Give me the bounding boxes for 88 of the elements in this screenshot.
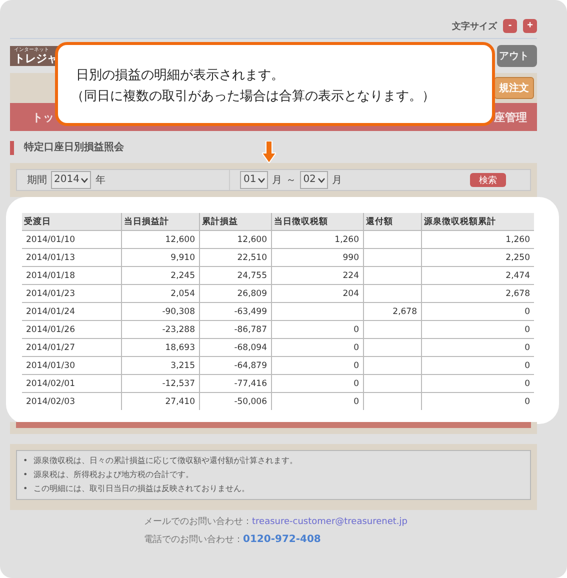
table-cell: 22,510 — [200, 248, 272, 266]
nav-tab[interactable]: トッ — [32, 110, 54, 124]
table-cell: 2014/01/27 — [22, 338, 122, 356]
table-cell: 2014/01/30 — [22, 356, 122, 374]
table-cell: 0 — [422, 374, 534, 392]
month-unit: 月 — [332, 174, 342, 187]
year-unit: 年 — [95, 174, 106, 187]
table-cell: 2014/02/03 — [22, 392, 122, 410]
column-header: 当日損益計 — [122, 213, 200, 230]
table-cell: -63,499 — [200, 302, 272, 320]
callout-text: （同日に複数の取引があった場合は合算の表示となります。） — [71, 88, 436, 106]
table-cell: 1,260 — [422, 230, 534, 248]
column-header: 累計損益 — [200, 213, 272, 230]
table-cell: 12,600 — [122, 230, 200, 248]
column-header: 受渡日 — [22, 213, 122, 230]
table-cell: -90,308 — [122, 302, 200, 320]
note-text: 源泉税は、所得税および地方税の合計です。 — [34, 469, 194, 481]
table-cell: 990 — [272, 248, 364, 266]
down-arrow-icon — [262, 141, 276, 163]
table-cell: -77,416 — [200, 374, 272, 392]
table-cell: 24,755 — [200, 266, 272, 284]
table-cell: 2,474 — [422, 266, 534, 284]
email-link[interactable]: treasure-customer@treasurenet.jp — [252, 517, 408, 527]
bullet-mark: • — [23, 469, 28, 481]
table-cell: -86,787 — [200, 320, 272, 338]
table-cell: 0 — [422, 302, 534, 320]
table-cell: 0 — [272, 356, 364, 374]
caret-icon — [81, 178, 88, 182]
table-cell: 0 — [272, 374, 364, 392]
callout-text: 日別の損益の明細が表示されます。 — [76, 67, 285, 85]
phone-link[interactable]: 0120-972-408 — [243, 534, 321, 545]
column-header: 源泉徴収税額累計 — [422, 213, 534, 230]
new-order-button[interactable]: 規注文 — [494, 77, 534, 99]
bullet-mark: • — [23, 455, 28, 467]
table-cell: 224 — [272, 266, 364, 284]
table-cell: 2014/01/18 — [22, 266, 122, 284]
table-cell: 9,910 — [122, 248, 200, 266]
table-cell: 2014/01/24 — [22, 302, 122, 320]
to-month-select[interactable]: 02 — [300, 171, 328, 189]
table-cell: -50,006 — [200, 392, 272, 410]
font-size-button[interactable]: - — [503, 19, 517, 33]
table-cell: 18,693 — [122, 338, 200, 356]
table-cell: 2014/01/23 — [22, 284, 122, 302]
table-cell: 1,260 — [272, 230, 364, 248]
tilde-text: ～ — [286, 174, 296, 187]
email-label: メールでのお問い合わせ： — [144, 517, 252, 527]
year-select[interactable]: 2014 — [51, 171, 92, 189]
note-text: 源泉徴収税は、日々の累計損益に応じて徴収額や還付額が計算されます。 — [34, 455, 298, 467]
column-header: 当日徴収税額 — [272, 213, 364, 230]
table-cell: 2,245 — [122, 266, 200, 284]
table-cell: -23,288 — [122, 320, 200, 338]
caret-icon — [318, 178, 325, 182]
table-cell: 2014/02/01 — [22, 374, 122, 392]
table-cell: 0 — [272, 392, 364, 410]
table-cell: 3,215 — [122, 356, 200, 374]
period-label: 期間 — [27, 174, 47, 187]
table-cell: 2,678 — [422, 284, 534, 302]
table-cell: -68,094 — [200, 338, 272, 356]
table-cell: 12,600 — [200, 230, 272, 248]
table-cell: 2,678 — [364, 302, 422, 320]
table-cell: -12,537 — [122, 374, 200, 392]
logout-button[interactable]: アウト — [497, 45, 537, 67]
table-cell: 2014/01/26 — [22, 320, 122, 338]
table-cell: 0 — [272, 338, 364, 356]
table-cell: 27,410 — [122, 392, 200, 410]
table-cell: 0 — [272, 320, 364, 338]
table-cell: -64,879 — [200, 356, 272, 374]
table-cell: 2,250 — [422, 248, 534, 266]
table-cell: 2,054 — [122, 284, 200, 302]
table-cell: 0 — [422, 392, 534, 410]
table-cell: 0 — [422, 338, 534, 356]
table-cell: 2014/01/10 — [22, 230, 122, 248]
search-button[interactable]: 検索 — [470, 173, 506, 187]
from-month-select[interactable]: 01 — [240, 171, 268, 189]
month-unit: 月 — [272, 174, 282, 187]
font-size-label: 文字サイズ — [452, 20, 497, 32]
bullet-mark: • — [23, 483, 28, 495]
note-text: この明細には、取引日当日の損益は反映されておりません。 — [34, 483, 250, 495]
caret-icon — [258, 178, 266, 182]
font-size-button[interactable]: + — [523, 19, 537, 33]
column-header: 還付額 — [364, 213, 422, 230]
phone-label: 電話でのお問い合わせ： — [144, 535, 243, 545]
table-cell: 2014/01/13 — [22, 248, 122, 266]
table-cell: 204 — [272, 284, 364, 302]
nav-tab[interactable]: 座管理 — [494, 110, 527, 124]
table-cell: 0 — [422, 356, 534, 374]
table-cell: 0 — [422, 320, 534, 338]
table-cell: 26,809 — [200, 284, 272, 302]
